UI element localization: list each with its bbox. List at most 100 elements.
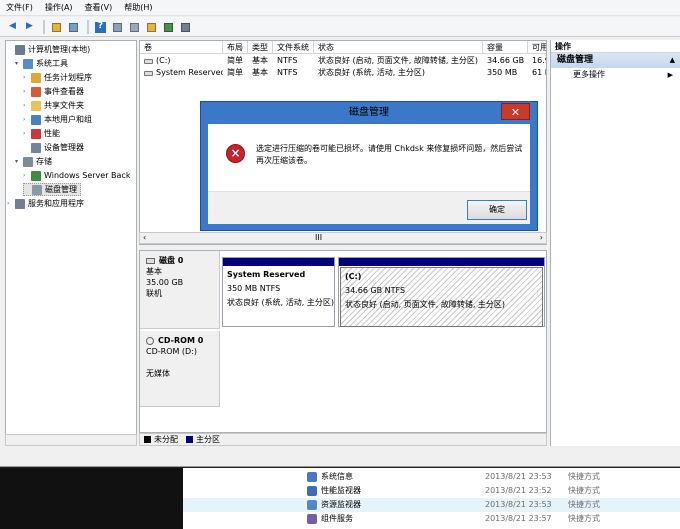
disk-0-kind: 基本 bbox=[146, 267, 162, 276]
explorer-row-date: 2013/8/21 23:57 bbox=[485, 514, 552, 523]
volume-row[interactable]: (C:) 简单 基本 NTFS 状态良好 (启动, 页面文件, 故障转储, 主分… bbox=[140, 55, 546, 67]
legend-primary-partition: 主分区 bbox=[186, 434, 220, 445]
column-layout[interactable]: 布局 bbox=[223, 41, 248, 54]
expand-arrow-icon[interactable]: ▾ bbox=[15, 158, 23, 165]
tree-item[interactable]: ▾ 系统工具 bbox=[15, 57, 68, 70]
cdrom-0-label[interactable]: CD-ROM 0 CD-ROM (D:) 无媒体 bbox=[140, 331, 220, 407]
expand-arrow-icon[interactable]: › bbox=[23, 116, 31, 123]
legend-bar: 未分配 主分区 bbox=[139, 433, 547, 446]
legend-label: 主分区 bbox=[196, 435, 220, 444]
scroll-left-arrow-icon[interactable]: ‹ bbox=[143, 233, 146, 243]
toolbar: ◀ ▶? bbox=[0, 17, 680, 37]
actions-section-disk-management[interactable]: 磁盘管理 ▲ bbox=[551, 53, 680, 68]
cdrom-0-title: CD-ROM 0 bbox=[158, 336, 204, 345]
expand-arrow-icon[interactable]: › bbox=[23, 130, 31, 137]
partition-status: 状态良好 (启动, 页面文件, 故障转储, 主分区) bbox=[345, 300, 506, 309]
explorer-row[interactable]: 系统信息 2013/8/21 23:53 快捷方式 bbox=[183, 470, 680, 484]
tree-item[interactable]: ▾ 存储 bbox=[15, 155, 52, 168]
column-status[interactable]: 状态 bbox=[314, 41, 483, 54]
tree-item[interactable]: › 服务和应用程序 bbox=[7, 197, 84, 210]
cdrom-0-media: 无媒体 bbox=[146, 369, 170, 378]
expand-arrow-icon[interactable]: › bbox=[23, 88, 31, 95]
volume-row[interactable]: System Reserved 简单 基本 NTFS 状态良好 (系统, 活动,… bbox=[140, 67, 546, 79]
collapse-up-icon[interactable]: ▲ bbox=[670, 53, 675, 68]
shortcut-icon bbox=[307, 514, 317, 524]
explorer-row[interactable]: 组件服务 2013/8/21 23:57 快捷方式 bbox=[183, 512, 680, 526]
forward-icon[interactable]: ▶ bbox=[22, 20, 36, 34]
column-filesystem[interactable]: 文件系统 bbox=[273, 41, 314, 54]
tree-item[interactable]: › 本地用户和组 bbox=[23, 113, 92, 126]
menu-file[interactable]: 文件(F) bbox=[6, 2, 33, 13]
column-capacity[interactable]: 容量 bbox=[483, 41, 528, 54]
menu-view[interactable]: 查看(V) bbox=[85, 2, 113, 13]
volume-status: 状态良好 (系统, 活动, 主分区) bbox=[318, 68, 425, 77]
computer-management-window: 文件(F) 操作(A) 查看(V) 帮助(H) ◀ ▶? 计算机管理(本地) ▾ 系统… bbox=[0, 0, 680, 467]
settings-icon[interactable] bbox=[178, 20, 192, 34]
scroll-right-arrow-icon[interactable]: › bbox=[540, 233, 543, 243]
checkmark-icon[interactable] bbox=[161, 20, 175, 34]
show-tree-icon[interactable] bbox=[66, 20, 80, 34]
disk-0-title: 磁盘 0 bbox=[159, 256, 184, 265]
column-volume[interactable]: 卷 bbox=[140, 41, 223, 54]
properties-icon[interactable] bbox=[110, 20, 124, 34]
disk-0-label[interactable]: 磁盘 0 基本 35.00 GB 联机 bbox=[140, 251, 220, 329]
tree-item-label: 性能 bbox=[44, 129, 60, 138]
volume-type: 基本 bbox=[252, 68, 268, 77]
performance-icon bbox=[31, 128, 41, 139]
partition-system-reserved[interactable]: System Reserved 350 MB NTFS 状态良好 (系统, 活动… bbox=[222, 257, 335, 327]
tree-item[interactable]: 计算机管理(本地) bbox=[7, 43, 90, 56]
explorer-row[interactable]: 性能监视器 2013/8/21 23:52 快捷方式 bbox=[183, 484, 680, 498]
disk-0-size: 35.00 GB bbox=[146, 278, 184, 287]
tree-item[interactable]: › 性能 bbox=[23, 127, 60, 140]
help-icon[interactable]: ? bbox=[93, 20, 107, 34]
volume-layout: 简单 bbox=[227, 56, 243, 65]
shortcut-icon bbox=[307, 472, 317, 482]
expand-arrow-icon[interactable]: ▾ bbox=[15, 60, 23, 67]
clock-icon bbox=[31, 72, 41, 83]
dialog-close-button[interactable]: ✕ bbox=[501, 103, 530, 120]
tree-item-label: 计算机管理(本地) bbox=[28, 45, 91, 54]
expand-arrow-icon[interactable]: › bbox=[23, 102, 31, 109]
ok-button[interactable]: 确定 bbox=[467, 200, 527, 220]
tree-item[interactable]: 设备管理器 bbox=[23, 141, 84, 154]
disk-icon bbox=[146, 257, 155, 264]
up-folder-icon[interactable] bbox=[49, 20, 63, 34]
error-dialog: 磁盘管理 ✕ × 选定进行压缩的卷可能已损坏。请使用 Chkdsk 来修复损坏问… bbox=[200, 101, 538, 231]
tree-item[interactable]: › 任务计划程序 bbox=[23, 71, 92, 84]
cdrom-icon bbox=[146, 336, 154, 345]
explorer-dark-pane bbox=[0, 468, 183, 529]
explorer-row-type: 快捷方式 bbox=[568, 514, 600, 523]
tree-item-label: 任务计划程序 bbox=[44, 73, 92, 82]
scroll-thumb-grip[interactable]: III bbox=[315, 233, 322, 243]
tree-item-label: 事件查看器 bbox=[44, 87, 84, 96]
column-free[interactable]: 可用 bbox=[528, 41, 546, 54]
volume-type: 基本 bbox=[252, 56, 268, 65]
volume-fs: NTFS bbox=[277, 56, 298, 65]
menu-help[interactable]: 帮助(H) bbox=[124, 2, 152, 13]
menu-action[interactable]: 操作(A) bbox=[45, 2, 73, 13]
cdrom-0-kind: CD-ROM (D:) bbox=[146, 347, 198, 356]
expand-arrow-icon[interactable]: › bbox=[23, 172, 31, 179]
expand-arrow-icon[interactable]: › bbox=[7, 200, 15, 207]
new-window-icon[interactable] bbox=[127, 20, 141, 34]
error-icon: × bbox=[226, 144, 245, 163]
volume-layout: 简单 bbox=[227, 68, 243, 77]
tree-horizontal-scrollbar[interactable] bbox=[5, 434, 137, 446]
tree-item[interactable]: › 共享文件夹 bbox=[23, 99, 84, 112]
column-type[interactable]: 类型 bbox=[248, 41, 273, 54]
partition-c[interactable]: (C:) 34.66 GB NTFS 状态良好 (启动, 页面文件, 故障转储,… bbox=[338, 257, 545, 327]
explorer-row-date: 2013/8/21 23:53 bbox=[485, 472, 552, 481]
dialog-body: × 选定进行压缩的卷可能已损坏。请使用 Chkdsk 来修复损坏问题，然后尝试再… bbox=[208, 124, 530, 224]
shortcut-icon bbox=[307, 486, 317, 496]
tree-item[interactable]: › Windows Server Back bbox=[23, 169, 130, 182]
tree-item[interactable]: › 事件查看器 bbox=[23, 85, 84, 98]
users-icon bbox=[31, 114, 41, 125]
expand-arrow-icon[interactable]: › bbox=[23, 74, 31, 81]
tree-item-label: 存储 bbox=[36, 157, 52, 166]
more-actions-item[interactable]: 更多操作 ▶ bbox=[551, 68, 680, 82]
back-icon[interactable]: ◀ bbox=[5, 20, 19, 34]
tree-item[interactable]: 磁盘管理 bbox=[23, 183, 81, 196]
volume-horizontal-scrollbar[interactable]: ‹ III › bbox=[139, 232, 547, 244]
explorer-row[interactable]: 资源监视器 2013/8/21 23:53 快捷方式 bbox=[183, 498, 680, 512]
open-icon[interactable] bbox=[144, 20, 158, 34]
